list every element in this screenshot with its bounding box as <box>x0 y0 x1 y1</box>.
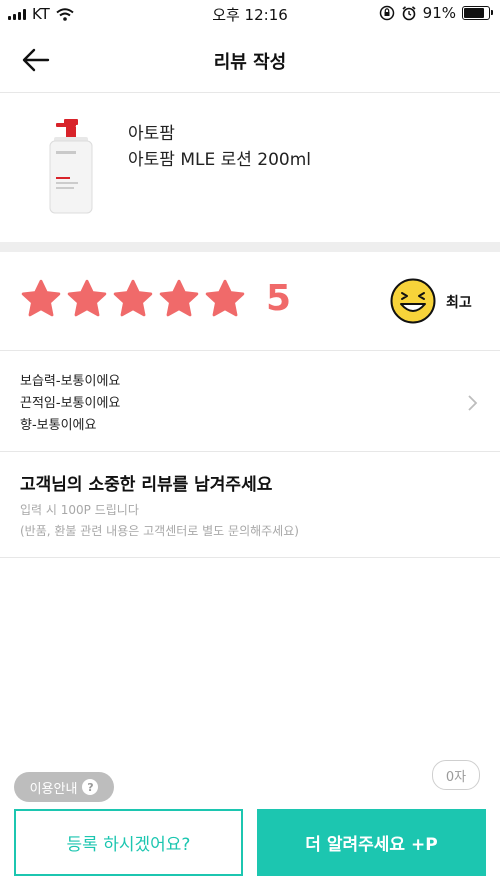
battery-percent: 91% <box>422 4 456 22</box>
tell-more-button[interactable]: 더 알려주세요 +P <box>257 809 486 876</box>
page-title: 리뷰 작성 <box>213 52 287 73</box>
header: 리뷰 작성 <box>0 28 500 93</box>
help-icon: ? <box>82 779 99 795</box>
status-bar: KT 오후 12:16 91% <box>0 0 500 28</box>
character-counter: 0자 <box>432 760 480 790</box>
rating-section: 5 최고 <box>0 252 500 351</box>
attribute-moisture: 보습력-보통이에요 <box>20 374 121 389</box>
product-image <box>49 119 93 214</box>
review-text-input[interactable]: 고객님의 소중한 리뷰를 남겨주세요 입력 시 100P 드립니다 (반품, 환… <box>0 452 500 558</box>
review-refund-hint: (반품, 환불 관련 내용은 고객센터로 별도 문의해주세요) <box>20 524 299 538</box>
attribute-stickiness: 끈적임-보통이에요 <box>20 396 121 411</box>
star-icon-4[interactable] <box>158 278 200 320</box>
usage-guide-button[interactable]: 이용안내 ? <box>14 772 114 802</box>
section-divider <box>0 242 500 252</box>
battery-icon <box>462 6 493 20</box>
attribute-scent: 향-보통이에요 <box>20 418 97 433</box>
star-icon-5[interactable] <box>204 278 246 320</box>
grinning-face-icon <box>390 278 436 324</box>
star-icon-3[interactable] <box>112 278 154 320</box>
product-name: 아토팜 MLE 로션 200ml <box>128 150 312 170</box>
product-brand: 아토팜 <box>128 124 175 144</box>
rating-label: 최고 <box>446 295 472 311</box>
chevron-right-icon <box>468 395 478 411</box>
register-button[interactable]: 등록 하시겠어요? <box>14 809 243 876</box>
product-summary: 아토팜 아토팜 MLE 로션 200ml <box>0 93 500 241</box>
star-icon-1[interactable] <box>20 278 62 320</box>
lock-rotation-icon <box>379 5 394 21</box>
alarm-icon <box>402 6 416 21</box>
rating-score: 5 <box>266 278 292 319</box>
status-right: 91% <box>379 4 493 22</box>
usage-guide-label: 이용안내 <box>29 781 78 797</box>
star-icon-2[interactable] <box>66 278 108 320</box>
attribute-summary[interactable]: 보습력-보통이에요 끈적임-보통이에요 향-보통이에요 <box>0 351 500 452</box>
review-point-hint: 입력 시 100P 드립니다 <box>20 503 139 517</box>
star-rating[interactable] <box>20 278 246 320</box>
review-prompt: 고객님의 소중한 리뷰를 남겨주세요 <box>20 475 273 495</box>
